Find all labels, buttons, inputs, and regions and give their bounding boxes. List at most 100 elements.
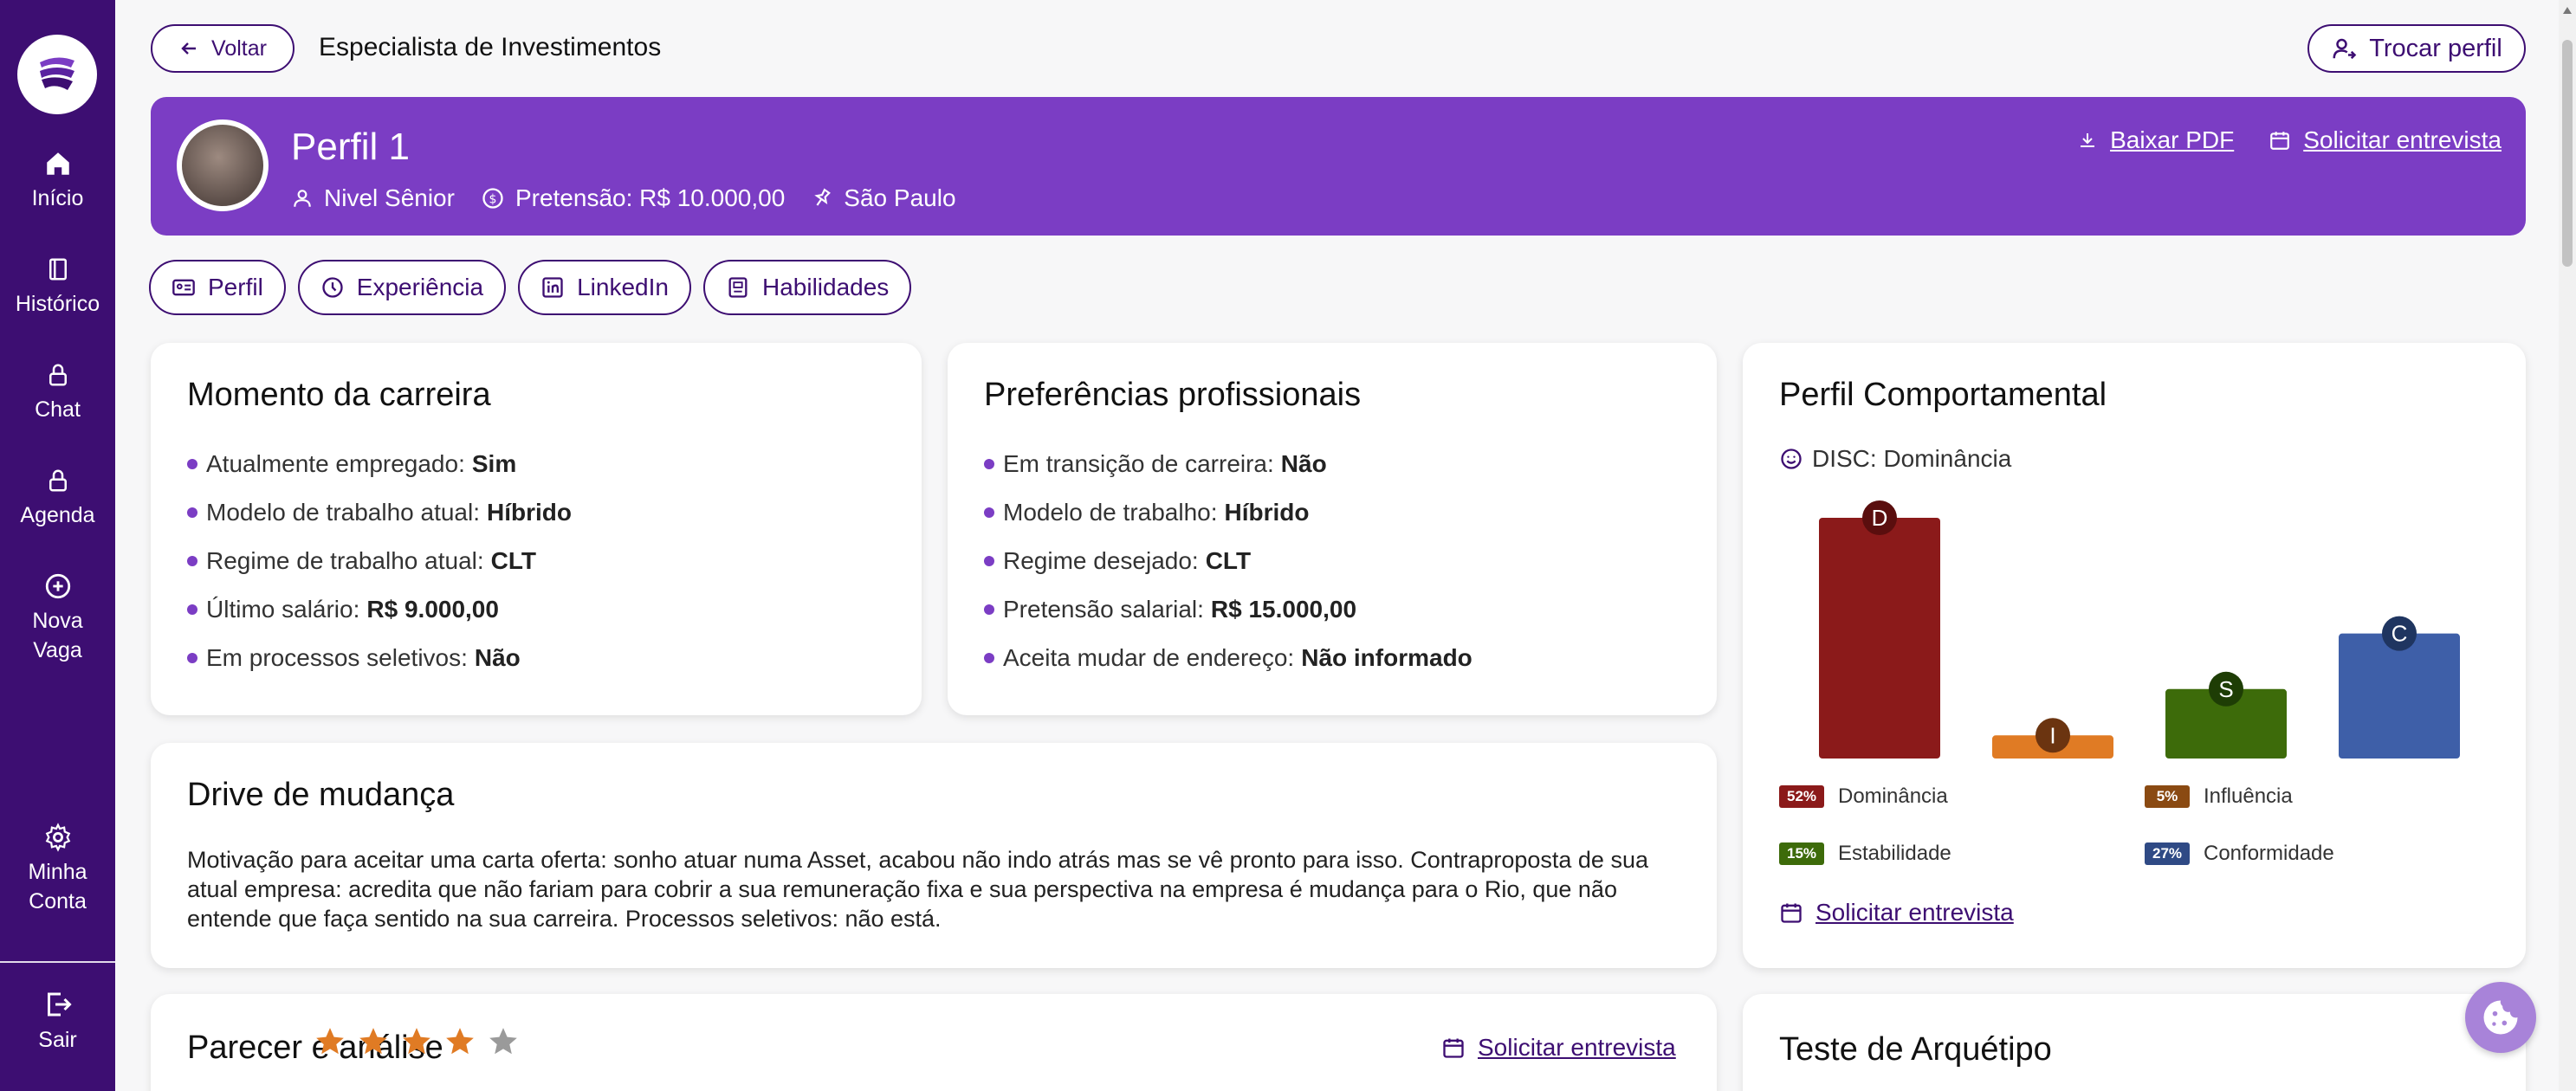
legend-badge: 52% [1779,785,1824,808]
sidebar-item-home[interactable]: Início [0,149,115,213]
request-interview-label: Solicitar entrevista [2303,126,2502,153]
change-drive-card: Drive de mudança Motivação para aceitar … [151,743,1717,968]
switch-profile-button[interactable]: Trocar perfil [2307,24,2526,73]
back-button[interactable]: Voltar [151,24,294,73]
star-icon[interactable] [314,1025,346,1058]
book-icon [49,258,67,281]
lock-icon [49,469,67,492]
arrow-left-icon [181,42,197,55]
sidebar: Início Histórico Chat Agenda Nova Vaga M… [0,0,115,1091]
profile-salary-text: Pretensão: R$ 10.000,00 [515,184,786,211]
scroll-thumb[interactable] [2562,40,2573,267]
tab-experience[interactable]: Experiência [297,260,507,315]
calendar-icon [1443,1038,1464,1058]
star-icon[interactable] [400,1025,433,1058]
profile-level-text: Nivel Sênior [324,184,455,211]
profile-banner: Perfil 1 Nivel Sênior $ Pretensão: R$ 10… [151,97,2526,236]
request-interview-label: Solicitar entrevista [1478,1034,1676,1061]
list-item: Aceita mudar de endereço: Não informado [984,634,1472,682]
download-pdf-link[interactable]: Baixar PDF [2077,126,2234,154]
behavioral-card: Perfil Comportamental DISC: Dominância D… [1743,343,2526,968]
sidebar-item-new-job[interactable]: Nova Vaga [0,571,115,665]
list-item: Pretensão salarial: R$ 15.000,00 [984,585,1472,634]
page-scrollbar[interactable] [2559,0,2576,1091]
archetype-card: Teste de Arquétipo [1743,994,2526,1091]
dollar-circle-icon: $ [482,188,503,209]
legend-item-influence: 5% Influência [2145,784,2293,809]
skills-icon [728,277,748,298]
logout-icon [47,992,72,1017]
brand-logo[interactable] [17,35,97,114]
pin-icon [814,188,832,206]
avatar [177,119,269,211]
behavioral-request-interview-link[interactable]: Solicitar entrevista [1779,899,2014,926]
sidebar-item-chat[interactable]: Chat [0,360,115,424]
list-item: Atualmente empregado: Sim [187,440,572,488]
career-moment-title: Momento da carreira [187,377,491,413]
career-moment-list: Atualmente empregado: Sim Modelo de traba… [187,440,572,682]
download-pdf-label: Baixar PDF [2110,126,2235,153]
legend-label: Estabilidade [1838,842,1951,865]
profile-tabs: Perfil Experiência LinkedIn Habilidades [149,260,912,315]
gear-icon [45,823,70,852]
sidebar-item-account[interactable]: Minha Conta [0,823,115,916]
sidebar-item-history[interactable]: Histórico [0,255,115,319]
rating-stars [314,1025,520,1058]
legend-label: Dominância [1838,784,1948,808]
request-interview-link[interactable]: Solicitar entrevista [2269,126,2502,154]
svg-text:$: $ [489,192,496,206]
scroll-up-arrow-icon[interactable] [2563,7,2572,14]
sidebar-item-agenda[interactable]: Agenda [0,466,115,530]
list-item: Em transição de carreira: Não [984,440,1472,488]
legend-label: Conformidade [2204,842,2334,865]
list-item: Regime desejado: CLT [984,537,1472,585]
profile-location-text: São Paulo [844,184,956,211]
sidebar-item-label: Agenda [20,503,95,527]
preferences-list: Em transição de carreira: Não Modelo de t… [984,440,1472,682]
bar-label-S: S [2218,676,2233,702]
tab-profile[interactable]: Perfil [149,260,286,315]
cookie-icon [2483,1000,2518,1035]
cookie-settings-button[interactable] [2465,982,2536,1053]
sidebar-divider [0,961,115,963]
profile-name: Perfil 1 [291,126,410,168]
sidebar-item-label: Histórico [15,292,100,316]
legend-badge: 15% [1779,842,1824,865]
bar-label-D: D [1872,505,1888,531]
star-icon[interactable] [357,1025,390,1058]
tab-linkedin[interactable]: LinkedIn [518,260,691,315]
legend-badge: 27% [2145,842,2190,865]
bar-label-C: C [2392,621,2408,647]
sidebar-item-label: Minha [28,860,87,884]
id-card-icon [172,279,195,296]
legend-label: Influência [2204,784,2293,808]
sidebar-item-label: Início [31,186,84,210]
banner-actions: Baixar PDF Solicitar entrevista [2077,126,2502,154]
disc-bar-chart: D I S C [1819,500,2460,759]
list-item: Regime de trabalho atual: CLT [187,537,572,585]
switch-profile-label: Trocar perfil [2369,34,2502,62]
star-icon[interactable] [443,1025,476,1058]
logout-button[interactable]: Sair [0,989,115,1055]
analysis-request-interview-link[interactable]: Solicitar entrevista [1441,1034,1676,1062]
list-item: Último salário: R$ 9.000,00 [187,585,572,634]
linkedin-icon [542,277,563,298]
profile-meta: Nivel Sênior $ Pretensão: R$ 10.000,00 S… [291,184,956,213]
legend-item-stability: 15% Estabilidade [1779,842,1951,866]
logo-icon [40,57,74,90]
back-button-label: Voltar [211,36,267,61]
sidebar-item-label: Sair [38,1028,77,1052]
tab-skills[interactable]: Habilidades [702,260,912,315]
page-title: Especialista de Investimentos [319,33,662,61]
download-icon [2081,133,2095,147]
home-icon [46,152,69,175]
bar-D [1819,518,1940,759]
bar-C [2339,633,2460,759]
legend-item-conformity: 27% Conformidade [2145,842,2334,866]
request-interview-label: Solicitar entrevista [1815,899,2014,926]
preferences-card: Preferências profissionais Em transição … [948,343,1717,715]
tab-label: LinkedIn [577,274,669,300]
sidebar-item-label: Chat [35,397,81,422]
career-moment-card: Momento da carreira Atualmente empregado… [151,343,922,715]
star-icon[interactable] [487,1025,520,1058]
